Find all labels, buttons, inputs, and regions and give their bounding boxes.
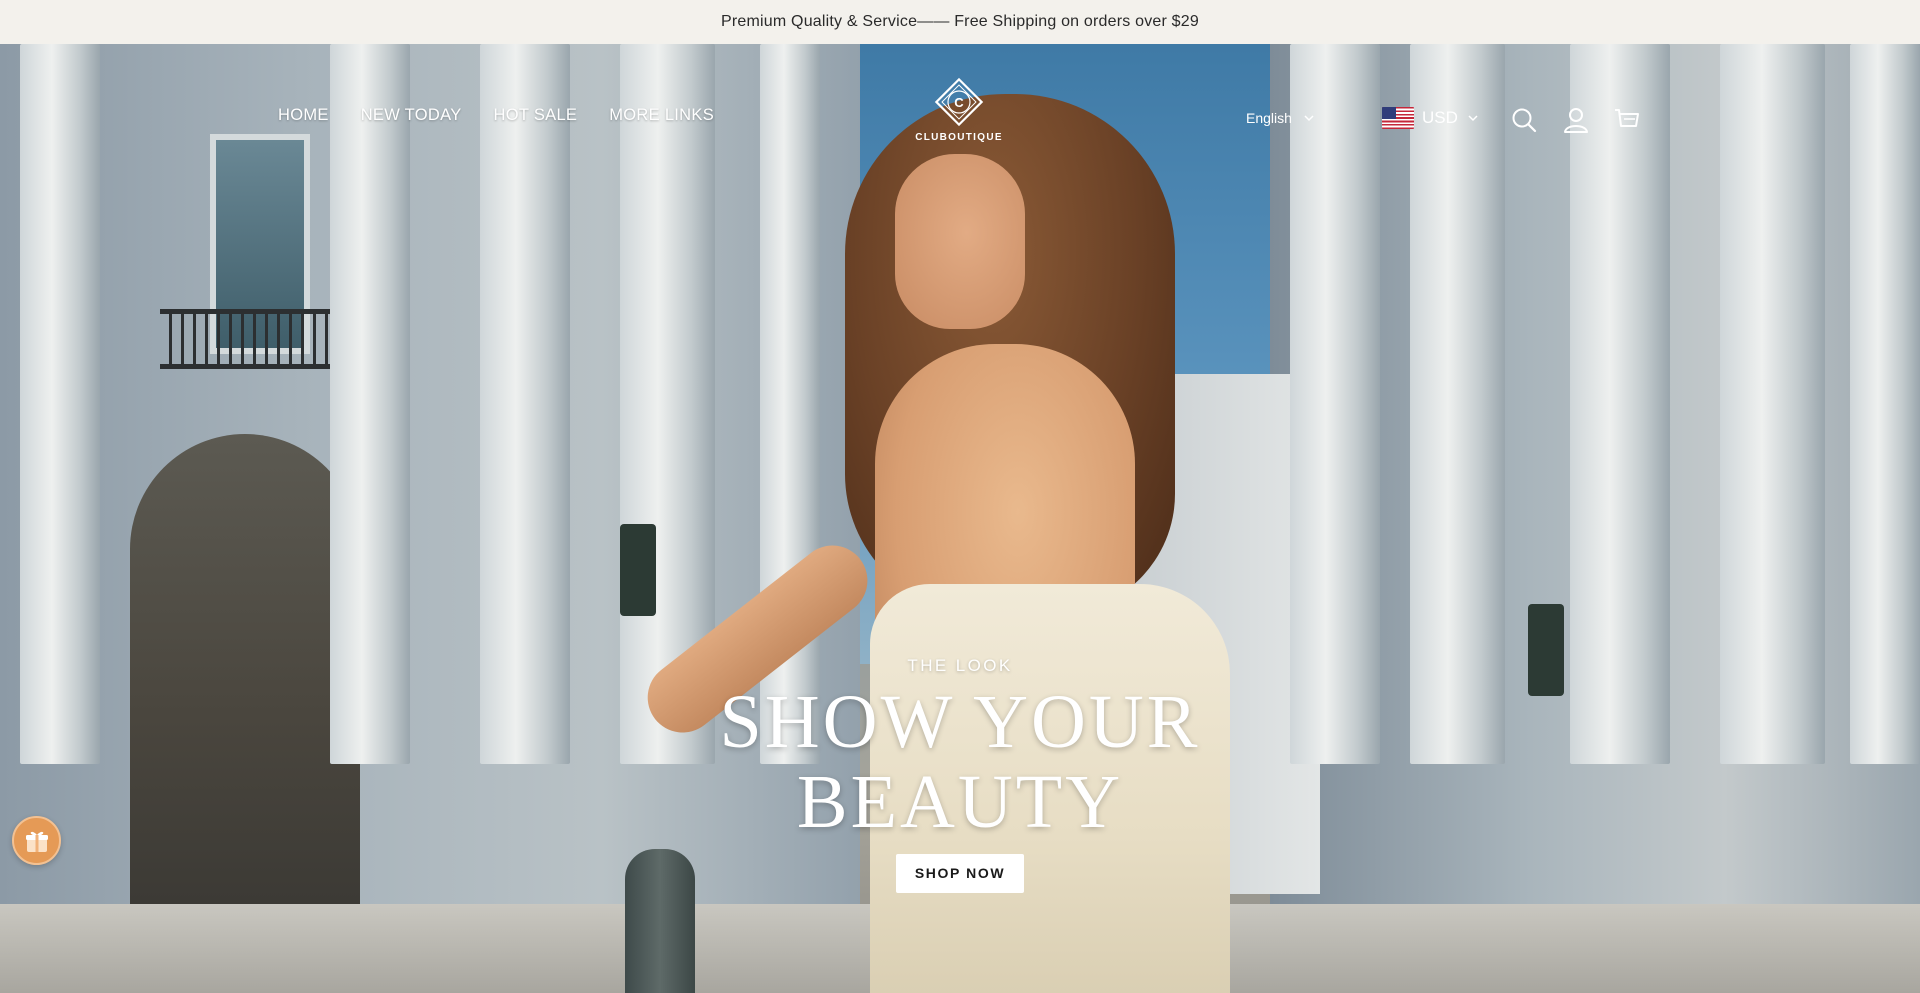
- language-selector[interactable]: English: [1246, 110, 1316, 126]
- nav-item-more-links[interactable]: MORE LINKS: [609, 106, 714, 125]
- diamond-logo-icon: C: [934, 77, 984, 127]
- hero-headline: SHOW YOUR BEAUTY: [640, 682, 1280, 842]
- announcement-bar: Premium Quality & Service—— Free Shippin…: [0, 0, 1920, 44]
- hero-headline-line1: SHOW YOUR: [719, 680, 1201, 764]
- currency-selector[interactable]: USD: [1382, 107, 1480, 129]
- site-header: HOME NEW TODAY HOT SALE MORE LINKS C CLU…: [0, 44, 1920, 194]
- hero-arch: [130, 434, 360, 904]
- search-icon[interactable]: [1510, 106, 1538, 134]
- gift-button[interactable]: [12, 816, 61, 865]
- cart-icon[interactable]: [1613, 106, 1641, 134]
- traffic-light: [1528, 604, 1564, 696]
- nav-item-new-today[interactable]: NEW TODAY: [361, 106, 462, 125]
- us-flag-icon: [1382, 107, 1414, 129]
- hero-balcony: [160, 309, 340, 369]
- chevron-down-icon: [1304, 115, 1314, 122]
- site-logo[interactable]: C CLUBOUTIQUE: [915, 76, 1003, 156]
- gift-icon: [25, 831, 48, 852]
- nav-item-hot-sale[interactable]: HOT SALE: [494, 106, 578, 125]
- main-nav: HOME NEW TODAY HOT SALE MORE LINKS: [278, 106, 746, 125]
- hero-headline-line2: BEAUTY: [796, 760, 1124, 844]
- hero-eyebrow: THE LOOK: [907, 656, 1013, 675]
- nav-item-home[interactable]: HOME: [278, 106, 329, 125]
- shop-now-button[interactable]: SHOP NOW: [895, 854, 1025, 893]
- hero-copy: THE LOOK SHOW YOUR BEAUTY SHOP NOW: [640, 656, 1280, 893]
- logo-letter: C: [954, 95, 964, 110]
- account-icon[interactable]: [1562, 106, 1590, 134]
- brand-name: CLUBOUTIQUE: [915, 132, 1003, 143]
- currency-value: USD: [1422, 108, 1458, 127]
- traffic-light: [620, 524, 656, 616]
- chevron-down-icon: [1468, 115, 1478, 122]
- language-value: English: [1246, 110, 1292, 126]
- announcement-text: Premium Quality & Service—— Free Shippin…: [721, 13, 1199, 30]
